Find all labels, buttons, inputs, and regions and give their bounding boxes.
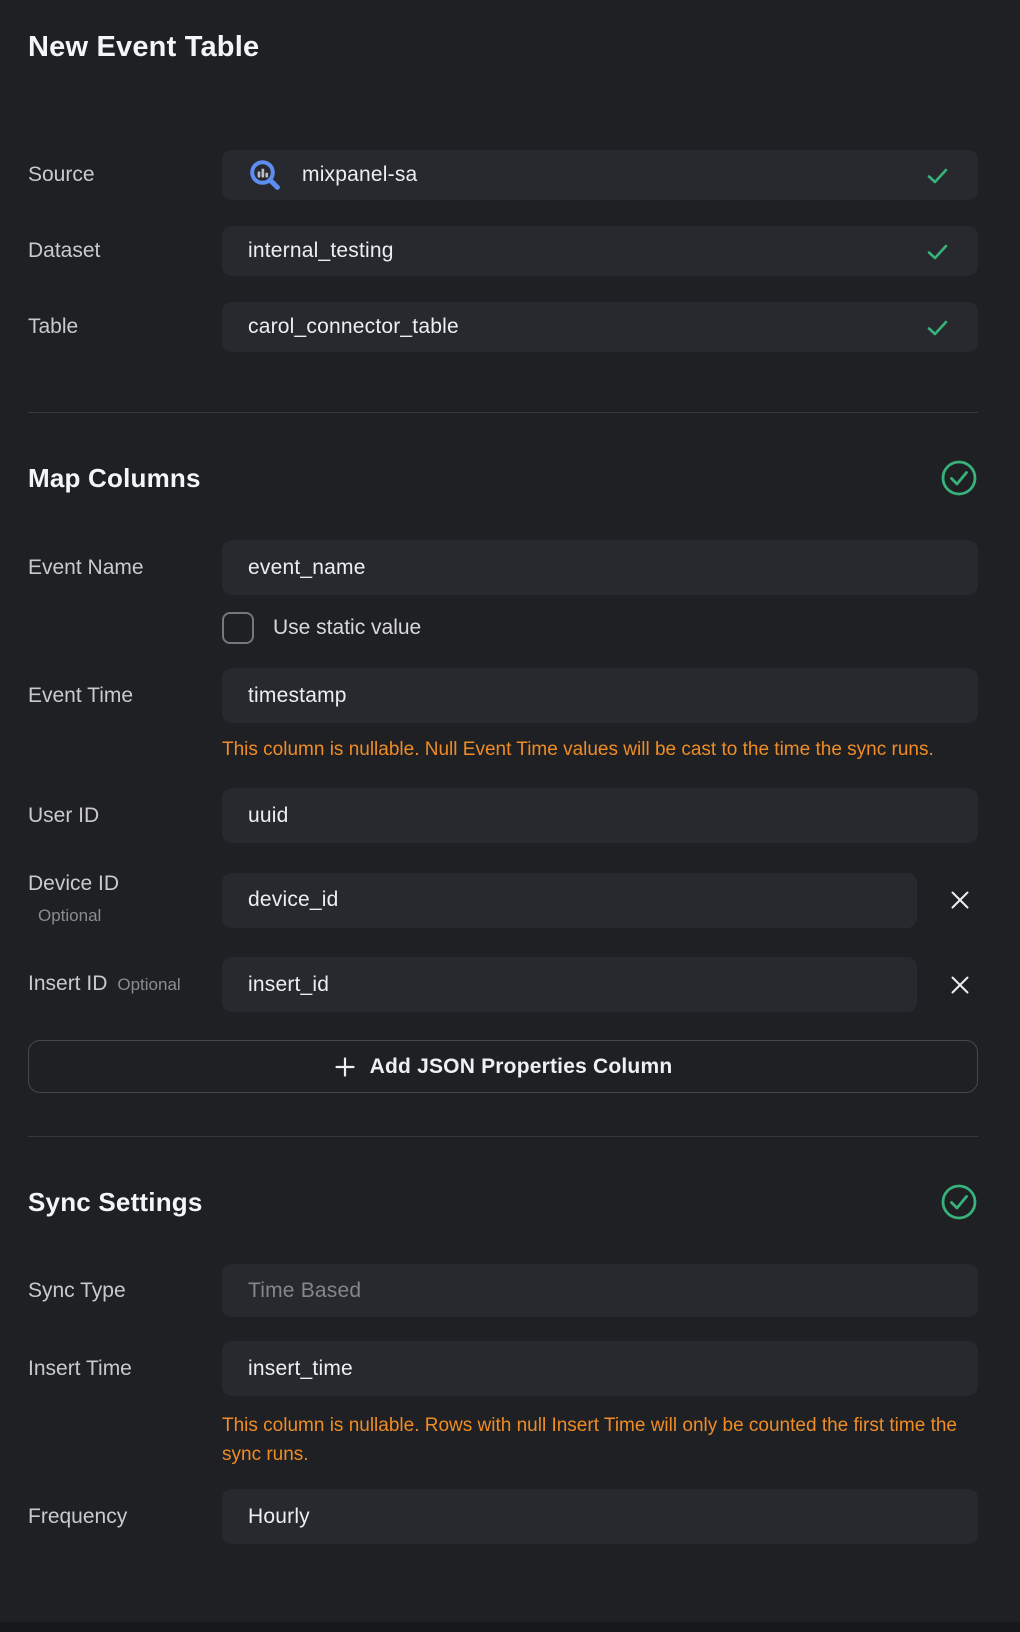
insert-id-row: Insert ID Optional insert_id bbox=[28, 957, 978, 1012]
sync-settings-title: Sync Settings bbox=[28, 1187, 203, 1218]
green-check-icon bbox=[927, 167, 948, 184]
event-time-select[interactable]: timestamp bbox=[222, 668, 978, 723]
dataset-row: Dataset internal_testing bbox=[28, 226, 978, 276]
green-circle-check-icon bbox=[940, 1183, 978, 1221]
device-id-remove-button[interactable] bbox=[941, 882, 978, 919]
source-value: mixpanel-sa bbox=[302, 163, 911, 187]
bigquery-magnifier-chart-icon bbox=[248, 158, 282, 192]
green-check-icon bbox=[927, 243, 948, 260]
green-circle-check-icon bbox=[940, 459, 978, 497]
use-static-checkbox[interactable] bbox=[222, 612, 254, 644]
sync-settings-header: Sync Settings bbox=[28, 1183, 978, 1221]
device-id-optional-tag: Optional bbox=[28, 903, 222, 929]
device-id-label: Device ID Optional bbox=[28, 871, 222, 929]
frequency-label: Frequency bbox=[28, 1504, 222, 1530]
event-name-value: event_name bbox=[248, 556, 948, 580]
frequency-row: Frequency Hourly bbox=[28, 1489, 978, 1544]
source-row: Source mixpanel-sa bbox=[28, 150, 978, 200]
source-select[interactable]: mixpanel-sa bbox=[222, 150, 978, 200]
event-name-row: Event Name event_name bbox=[28, 540, 978, 595]
insert-id-select[interactable]: insert_id bbox=[222, 957, 917, 1012]
bottom-edge-strip bbox=[0, 1622, 1020, 1632]
dataset-value: internal_testing bbox=[248, 239, 911, 263]
map-columns-header: Map Columns bbox=[28, 459, 978, 497]
sync-type-row: Sync Type Time Based bbox=[28, 1264, 978, 1317]
user-id-row: User ID uuid bbox=[28, 788, 978, 843]
insert-time-select[interactable]: insert_time bbox=[222, 1341, 978, 1396]
insert-id-label-text: Insert ID bbox=[28, 971, 107, 997]
use-static-label: Use static value bbox=[273, 616, 421, 640]
device-id-value: device_id bbox=[248, 888, 887, 912]
dataset-label: Dataset bbox=[28, 238, 222, 264]
insert-id-optional-tag: Optional bbox=[117, 972, 180, 998]
new-event-table-form: New Event Table Source mixpanel-sa Datas… bbox=[0, 0, 1020, 1544]
insert-id-value: insert_id bbox=[248, 973, 887, 997]
section-divider bbox=[28, 412, 978, 413]
section-divider bbox=[28, 1136, 978, 1137]
table-value: carol_connector_table bbox=[248, 315, 911, 339]
device-id-row: Device ID Optional device_id bbox=[28, 871, 978, 929]
device-id-select[interactable]: device_id bbox=[222, 873, 917, 928]
frequency-select[interactable]: Hourly bbox=[222, 1489, 978, 1544]
green-check-icon bbox=[927, 319, 948, 336]
event-time-value: timestamp bbox=[248, 684, 948, 708]
add-json-properties-label: Add JSON Properties Column bbox=[370, 1055, 673, 1079]
insert-id-label: Insert ID Optional bbox=[28, 971, 222, 998]
sync-type-label: Sync Type bbox=[28, 1278, 222, 1304]
table-select[interactable]: carol_connector_table bbox=[222, 302, 978, 352]
table-label: Table bbox=[28, 314, 222, 340]
event-time-warning: This column is nullable. Null Event Time… bbox=[222, 735, 974, 764]
x-close-icon bbox=[949, 889, 971, 911]
frequency-value: Hourly bbox=[248, 1505, 948, 1529]
insert-time-row: Insert Time insert_time bbox=[28, 1341, 978, 1396]
table-row: Table carol_connector_table bbox=[28, 302, 978, 352]
device-id-label-text: Device ID bbox=[28, 872, 119, 895]
event-time-row: Event Time timestamp bbox=[28, 668, 978, 723]
map-columns-title: Map Columns bbox=[28, 463, 201, 494]
sync-type-value: Time Based bbox=[248, 1279, 948, 1303]
sync-type-select-disabled: Time Based bbox=[222, 1264, 978, 1317]
x-close-icon bbox=[949, 974, 971, 996]
insert-time-warning: This column is nullable. Rows with null … bbox=[222, 1411, 974, 1469]
dataset-select[interactable]: internal_testing bbox=[222, 226, 978, 276]
insert-time-value: insert_time bbox=[248, 1357, 948, 1381]
user-id-label: User ID bbox=[28, 803, 222, 829]
use-static-row: Use static value bbox=[28, 612, 978, 644]
event-name-label: Event Name bbox=[28, 555, 222, 581]
user-id-value: uuid bbox=[248, 804, 948, 828]
insert-time-label: Insert Time bbox=[28, 1356, 222, 1382]
plus-icon bbox=[334, 1056, 356, 1078]
page-title: New Event Table bbox=[28, 30, 978, 64]
add-json-properties-button[interactable]: Add JSON Properties Column bbox=[28, 1040, 978, 1093]
source-label: Source bbox=[28, 162, 222, 188]
insert-id-remove-button[interactable] bbox=[941, 966, 978, 1003]
event-name-select[interactable]: event_name bbox=[222, 540, 978, 595]
event-time-label: Event Time bbox=[28, 683, 222, 709]
user-id-select[interactable]: uuid bbox=[222, 788, 978, 843]
